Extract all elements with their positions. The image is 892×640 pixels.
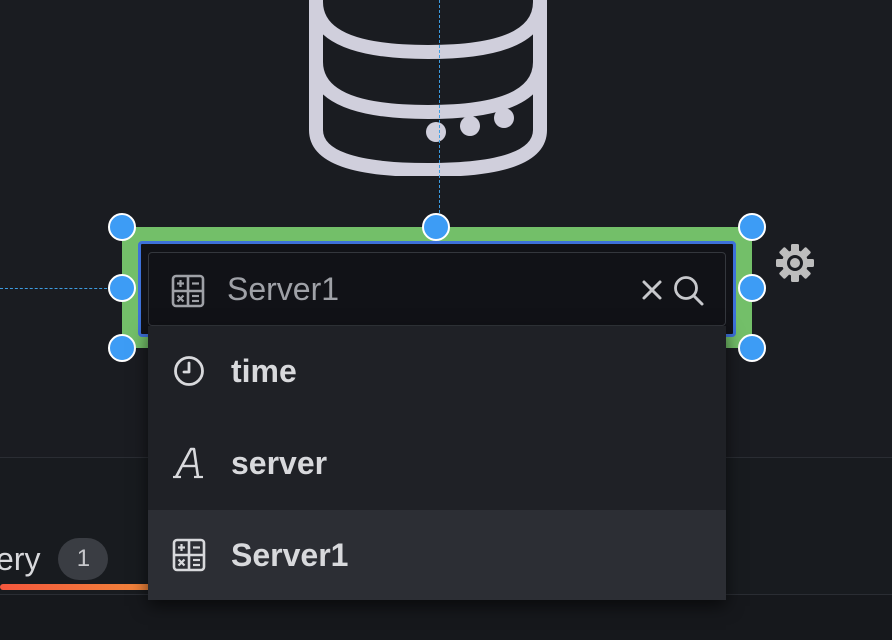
database-icon (309, 0, 547, 176)
dropdown-item-label: Server1 (231, 537, 349, 573)
dropdown-item-label: time (231, 353, 297, 389)
text-field-icon (173, 447, 203, 479)
alignment-guide-vertical (439, 0, 440, 228)
resize-handle-bottom-right[interactable] (738, 334, 766, 362)
field-search-input[interactable] (227, 265, 607, 313)
field-dropdown-list: time server Server1 (148, 326, 726, 600)
resize-handle-middle-left[interactable] (108, 274, 136, 302)
gear-icon[interactable] (774, 242, 816, 284)
calculator-field-icon (171, 274, 205, 308)
resize-handle-top-right[interactable] (738, 213, 766, 241)
tab-query[interactable]: ery 1 (0, 536, 109, 582)
close-icon[interactable] (639, 275, 667, 305)
dropdown-item-time[interactable]: time (148, 326, 726, 416)
resize-handle-middle-right[interactable] (738, 274, 766, 302)
dropdown-item-label: server (231, 445, 328, 481)
tab-query-label: ery (0, 541, 41, 577)
query-editor-strip (0, 595, 892, 640)
search-icon[interactable] (671, 273, 707, 309)
field-search-box[interactable] (148, 252, 726, 326)
tab-active-indicator (0, 584, 165, 590)
resize-handle-top-center[interactable] (422, 213, 450, 241)
dropdown-item-server1[interactable]: Server1 (148, 510, 726, 600)
resize-handle-top-left[interactable] (108, 213, 136, 241)
clock-icon (174, 356, 204, 386)
alignment-guide-horizontal (0, 288, 122, 289)
dropdown-item-server[interactable]: server (148, 418, 726, 508)
query-count-badge: 1 (58, 538, 109, 580)
resize-handle-bottom-left[interactable] (108, 334, 136, 362)
calculator-field-icon (172, 538, 206, 572)
